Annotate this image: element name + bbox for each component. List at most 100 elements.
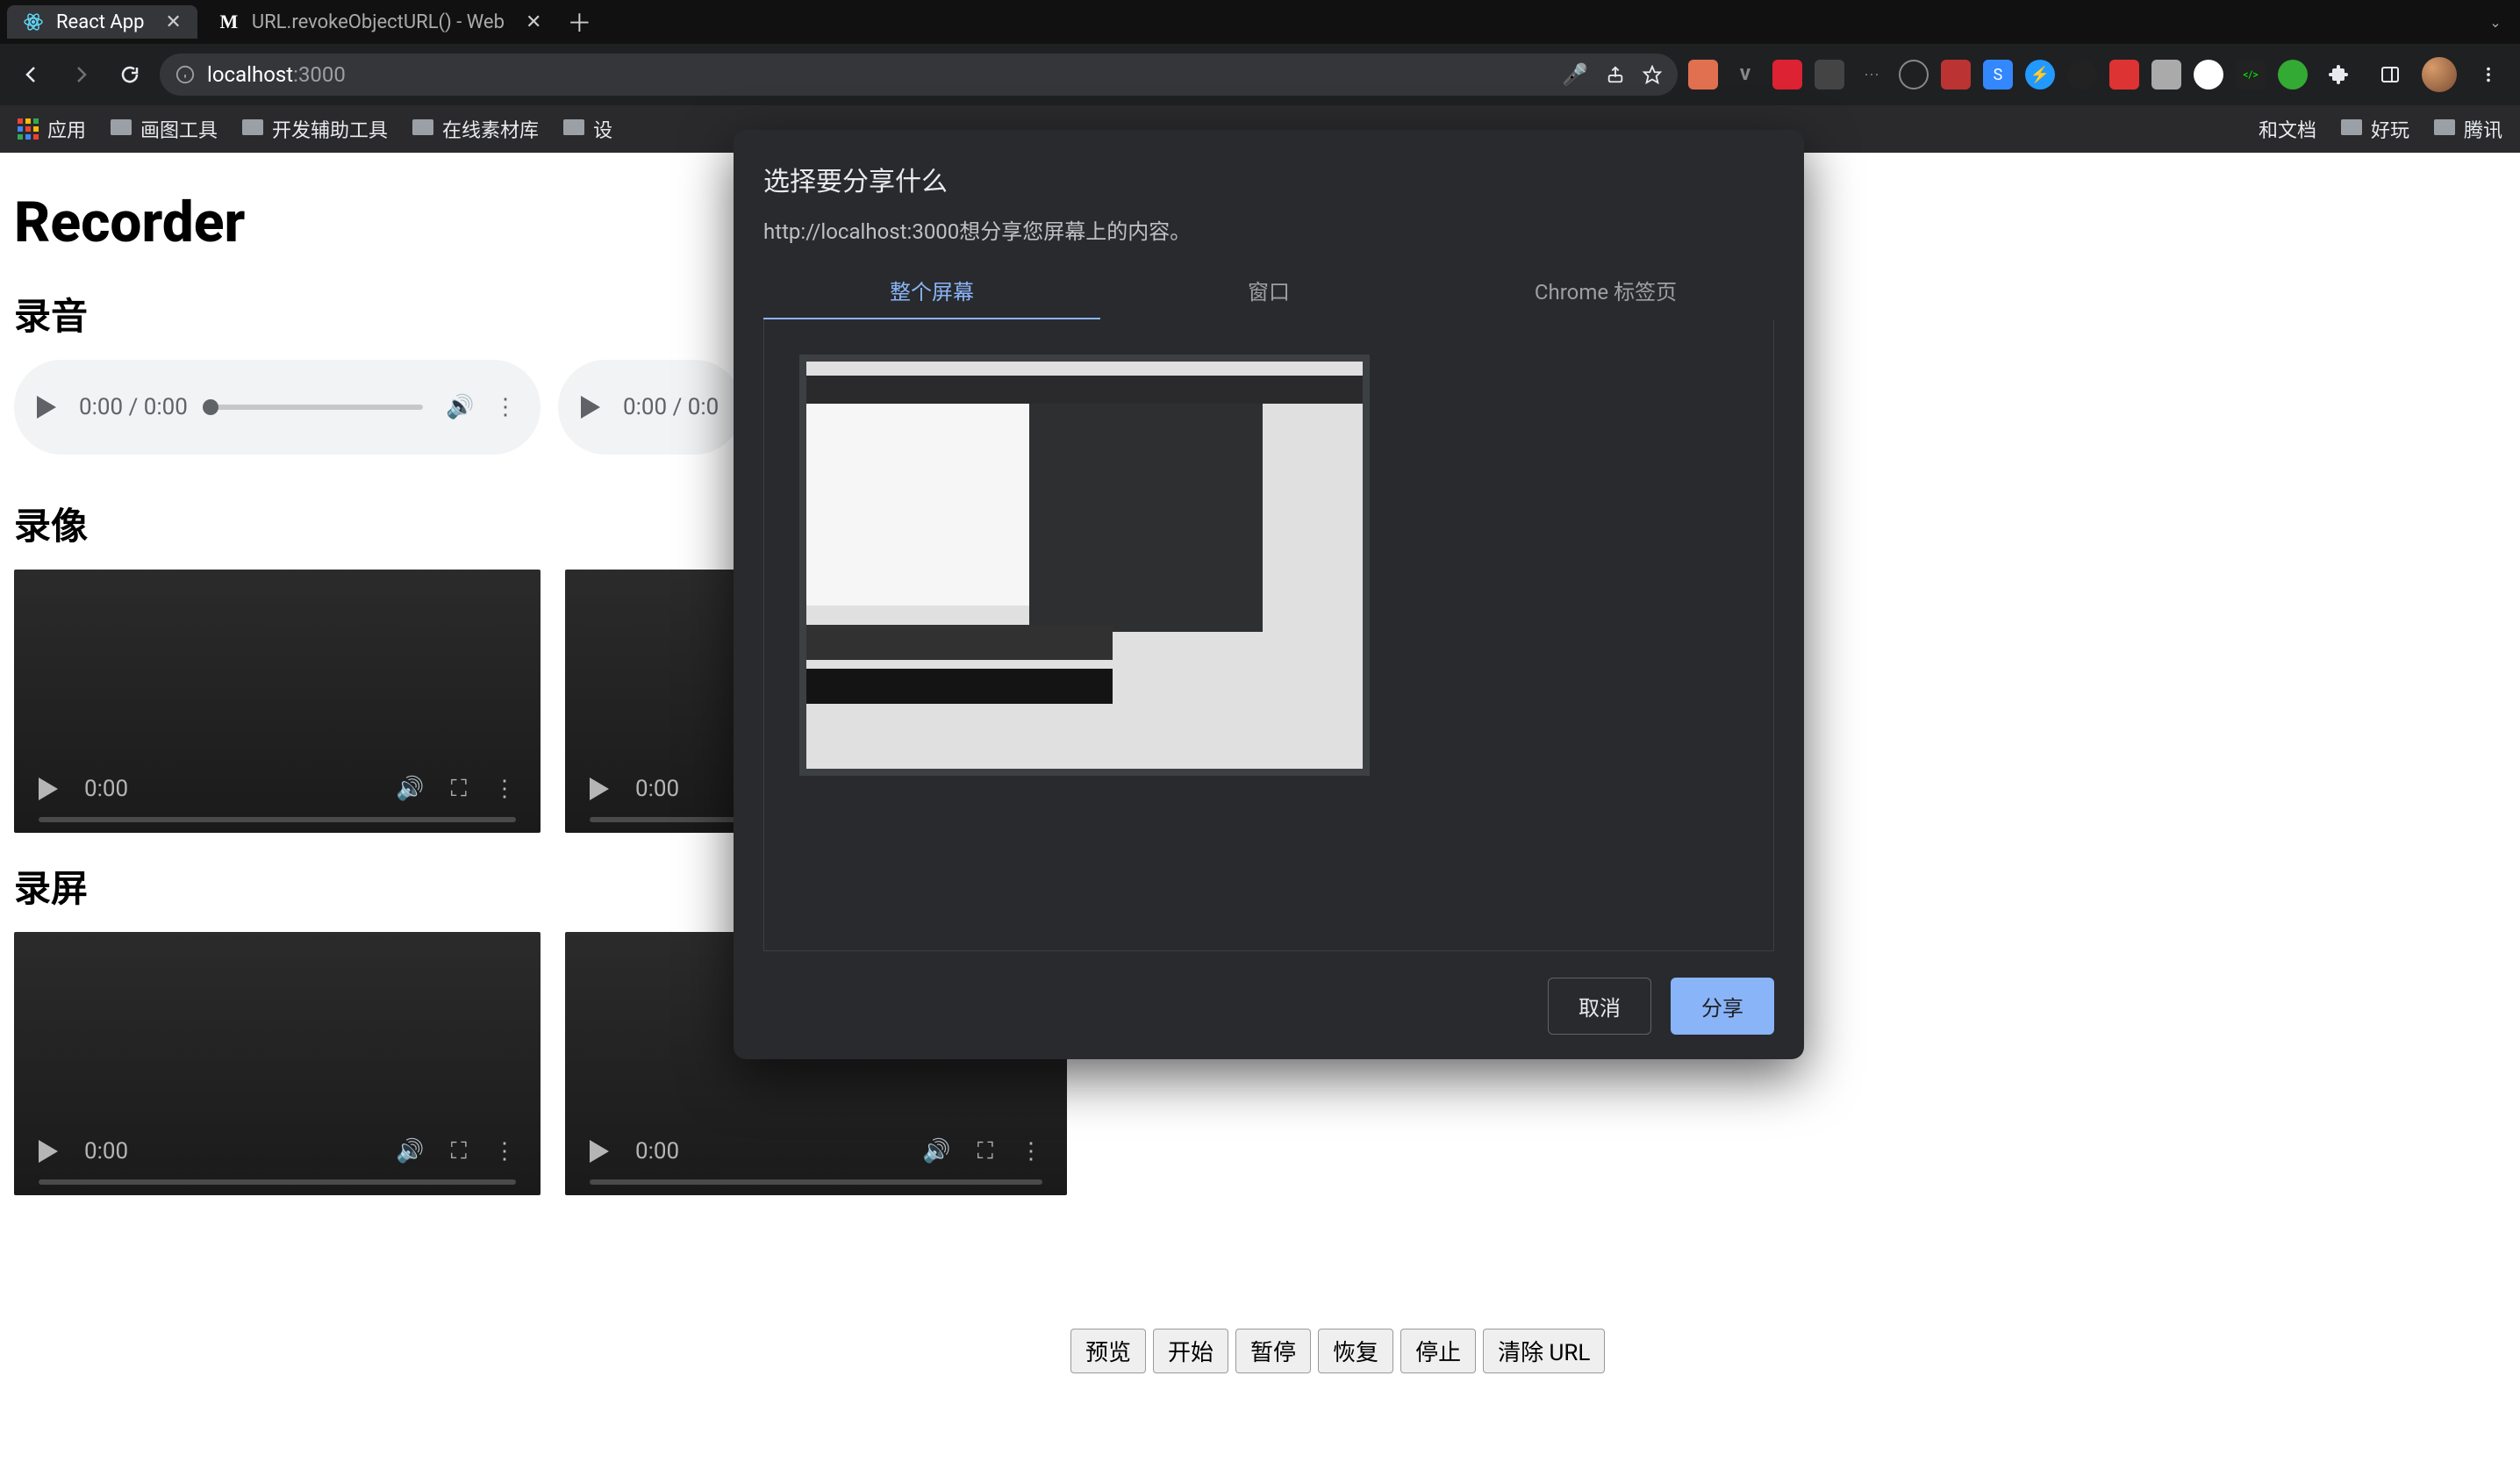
folder-icon xyxy=(242,118,263,140)
ext-icon[interactable]: ⋯ xyxy=(1857,60,1886,90)
audio-seek[interactable] xyxy=(211,405,423,410)
volume-icon[interactable]: 🔊 xyxy=(922,1138,950,1165)
url-port: :3000 xyxy=(293,62,346,87)
ext-icon[interactable]: S xyxy=(1983,60,2013,90)
start-button[interactable]: 开始 xyxy=(1153,1329,1228,1373)
ext-icon[interactable] xyxy=(2151,60,2181,90)
sidepanel-icon[interactable] xyxy=(2371,55,2409,94)
ext-icon[interactable] xyxy=(1772,60,1802,90)
extensions-icon[interactable] xyxy=(2320,55,2359,94)
forward-button[interactable] xyxy=(61,55,100,94)
bookmark-folder[interactable]: 设 xyxy=(563,115,612,143)
resume-button[interactable]: 恢复 xyxy=(1318,1329,1393,1373)
ext-icon[interactable] xyxy=(1815,60,1844,90)
volume-icon[interactable]: 🔊 xyxy=(446,394,470,420)
ext-icon[interactable] xyxy=(2278,60,2308,90)
ext-icon[interactable]: </> xyxy=(2236,60,2266,90)
audio-player[interactable]: 0:00 / 0:0 xyxy=(558,360,742,455)
bookmark-label: 开发辅助工具 xyxy=(272,115,388,143)
volume-icon[interactable]: 🔊 xyxy=(396,776,424,802)
ext-icon[interactable] xyxy=(2067,60,2097,90)
screen-thumbnail[interactable] xyxy=(799,355,1370,776)
stop-button[interactable]: 停止 xyxy=(1400,1329,1476,1373)
fullscreen-icon[interactable]: ⛶ xyxy=(977,1138,993,1165)
screen-share-dialog: 选择要分享什么 http://localhost:3000想分享您屏幕上的内容。… xyxy=(734,130,1804,1059)
share-icon[interactable] xyxy=(1606,65,1625,84)
play-icon[interactable] xyxy=(39,778,58,800)
reload-button[interactable] xyxy=(111,55,149,94)
play-icon[interactable] xyxy=(590,778,609,800)
address-bar[interactable]: localhost:3000 🎤 xyxy=(160,54,1678,96)
tabs-dropdown-icon[interactable]: ⌄ xyxy=(2478,14,2513,31)
ext-icon[interactable]: ⚡ xyxy=(2025,60,2055,90)
tab-inactive[interactable]: M URL.revokeObjectURL() - Web ✕ xyxy=(203,5,558,39)
video-time: 0:00 xyxy=(84,776,128,802)
close-icon[interactable]: ✕ xyxy=(526,11,541,33)
folder-icon xyxy=(2341,118,2362,140)
tab-window[interactable]: 窗口 xyxy=(1100,262,1437,319)
tab-entire-screen[interactable]: 整个屏幕 xyxy=(763,262,1100,319)
audio-time: 0:00 / 0:00 xyxy=(79,394,188,420)
recorder-buttons: 预览 开始 暂停 恢复 停止 清除 URL xyxy=(1070,1329,1605,1373)
bookmark-label: 应用 xyxy=(47,115,86,143)
bookmark-folder[interactable]: 开发辅助工具 xyxy=(242,115,388,143)
video-player[interactable]: 0:00 🔊 ⛶ ⋮ xyxy=(14,932,541,1195)
video-seek[interactable] xyxy=(590,1179,1042,1185)
folder-icon xyxy=(111,118,132,140)
play-icon[interactable] xyxy=(37,396,56,419)
ext-icon[interactable] xyxy=(1899,60,1929,90)
bookmark-label: 腾讯 xyxy=(2464,115,2502,143)
ext-icon[interactable] xyxy=(1941,60,1971,90)
bookmark-label: 画图工具 xyxy=(140,115,218,143)
play-icon[interactable] xyxy=(581,396,600,419)
fullscreen-icon[interactable]: ⛶ xyxy=(451,1138,467,1165)
ext-icon[interactable] xyxy=(2194,60,2223,90)
more-icon[interactable]: ⋮ xyxy=(1020,1138,1042,1165)
toolbar: localhost:3000 🎤 V ⋯ S ⚡ </> xyxy=(0,44,2520,105)
bookmark-folder[interactable]: 和文档 xyxy=(2259,115,2316,143)
volume-icon[interactable]: 🔊 xyxy=(396,1138,424,1165)
avatar[interactable] xyxy=(2422,57,2457,92)
apps-shortcut[interactable]: 应用 xyxy=(18,115,86,143)
mdn-icon: M xyxy=(218,11,240,32)
video-time: 0:00 xyxy=(84,1138,128,1165)
bookmark-folder[interactable]: 腾讯 xyxy=(2434,115,2502,143)
play-icon[interactable] xyxy=(39,1140,58,1163)
tab-active[interactable]: React App ✕ xyxy=(7,5,197,39)
clear-url-button[interactable]: 清除 URL xyxy=(1483,1329,1605,1373)
video-seek[interactable] xyxy=(39,1179,516,1185)
bookmark-folder[interactable]: 好玩 xyxy=(2341,115,2409,143)
more-icon[interactable]: ⋮ xyxy=(493,394,518,420)
ext-icon[interactable]: V xyxy=(1730,60,1760,90)
cancel-button[interactable]: 取消 xyxy=(1548,978,1651,1035)
folder-icon xyxy=(2434,118,2455,140)
bookmark-folder[interactable]: 画图工具 xyxy=(111,115,218,143)
more-icon[interactable]: ⋮ xyxy=(493,1138,516,1165)
bookmark-label: 和文档 xyxy=(2259,115,2316,143)
menu-icon[interactable] xyxy=(2469,55,2508,94)
back-button[interactable] xyxy=(12,55,51,94)
pause-button[interactable]: 暂停 xyxy=(1235,1329,1311,1373)
preview-button[interactable]: 预览 xyxy=(1070,1329,1146,1373)
play-icon[interactable] xyxy=(590,1140,609,1163)
new-tab-button[interactable]: ＋ xyxy=(562,5,596,39)
close-icon[interactable]: ✕ xyxy=(165,11,181,33)
audio-time: 0:00 / 0:0 xyxy=(623,394,719,420)
bookmark-folder[interactable]: 在线素材库 xyxy=(412,115,539,143)
audio-player[interactable]: 0:00 / 0:00 🔊 ⋮ xyxy=(14,360,541,455)
fullscreen-icon[interactable]: ⛶ xyxy=(451,776,467,803)
dialog-subtitle: http://localhost:3000想分享您屏幕上的内容。 xyxy=(763,214,1774,245)
star-icon[interactable] xyxy=(1643,65,1662,84)
ext-icon[interactable] xyxy=(1688,60,1718,90)
tab-chrome-tab[interactable]: Chrome 标签页 xyxy=(1437,262,1774,319)
mic-icon[interactable]: 🎤 xyxy=(1562,62,1588,87)
tab-title: React App xyxy=(56,11,144,33)
ext-icon[interactable] xyxy=(2109,60,2139,90)
extensions: V ⋯ S ⚡ </> xyxy=(1688,55,2508,94)
video-time: 0:00 xyxy=(635,776,679,802)
share-button[interactable]: 分享 xyxy=(1671,978,1774,1035)
site-info-icon[interactable] xyxy=(175,65,195,84)
video-player[interactable]: 0:00 🔊 ⛶ ⋮ xyxy=(14,570,541,833)
video-seek[interactable] xyxy=(39,817,516,822)
more-icon[interactable]: ⋮ xyxy=(493,776,516,802)
